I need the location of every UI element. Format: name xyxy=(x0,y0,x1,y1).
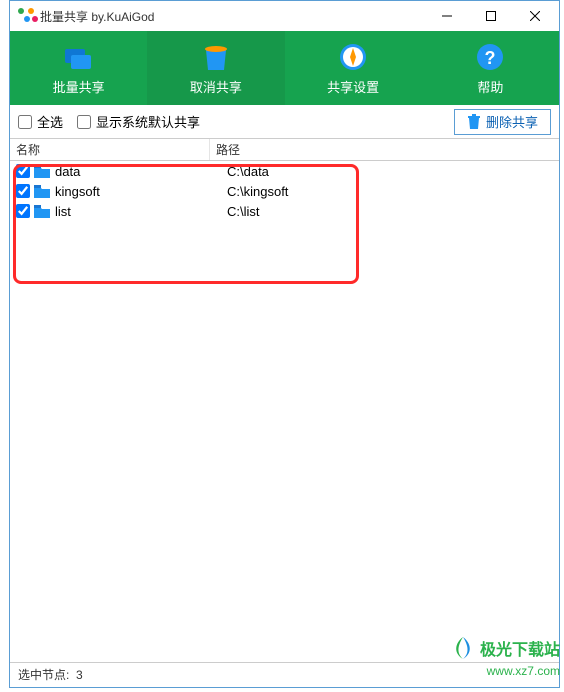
status-bar: 选中节点: 3 xyxy=(10,662,559,686)
svg-text:?: ? xyxy=(485,48,496,68)
tab-label: 取消共享 xyxy=(190,77,242,96)
tab-label: 批量共享 xyxy=(53,77,105,96)
help-icon: ? xyxy=(474,41,506,73)
folders-icon xyxy=(63,41,95,73)
titlebar: 批量共享 by.KuAiGod xyxy=(10,1,559,31)
row-path: C:\data xyxy=(227,164,269,179)
app-window: 批量共享 by.KuAiGod 批量共享 取消共享 xyxy=(9,0,560,688)
trash-icon xyxy=(200,41,232,73)
column-headers: 名称 路径 xyxy=(10,139,559,161)
minimize-button[interactable] xyxy=(425,2,469,30)
row-checkbox[interactable] xyxy=(16,164,30,178)
maximize-button[interactable] xyxy=(469,2,513,30)
compass-icon xyxy=(337,41,369,73)
close-button[interactable] xyxy=(513,2,557,30)
app-icon xyxy=(18,8,34,24)
tab-cancel-share[interactable]: 取消共享 xyxy=(147,31,284,105)
select-all-label: 全选 xyxy=(37,112,63,131)
folder-icon xyxy=(34,185,50,198)
folder-icon xyxy=(34,165,50,178)
row-name: data xyxy=(55,164,227,179)
options-bar: 全选 显示系统默认共享 删除共享 xyxy=(10,105,559,139)
tab-label: 帮助 xyxy=(477,77,503,96)
row-path: C:\kingsoft xyxy=(227,184,288,199)
status-label: 选中节点: xyxy=(18,666,69,683)
tab-label: 共享设置 xyxy=(327,77,379,96)
trash-small-icon xyxy=(467,114,481,130)
show-system-default-checkbox[interactable]: 显示系统默认共享 xyxy=(77,112,200,131)
show-system-default-label: 显示系统默认共享 xyxy=(96,112,200,131)
tab-share-settings[interactable]: 共享设置 xyxy=(285,31,422,105)
delete-share-button[interactable]: 删除共享 xyxy=(454,109,551,135)
row-checkbox[interactable] xyxy=(16,204,30,218)
row-name: kingsoft xyxy=(55,184,227,199)
tab-batch-share[interactable]: 批量共享 xyxy=(10,31,147,105)
row-path: C:\list xyxy=(227,204,260,219)
list-item[interactable]: kingsoft C:\kingsoft xyxy=(10,181,559,201)
list-item[interactable]: list C:\list xyxy=(10,201,559,221)
status-count: 3 xyxy=(76,668,83,682)
tab-help[interactable]: ? 帮助 xyxy=(422,31,559,105)
delete-share-label: 删除共享 xyxy=(486,112,538,131)
column-path-header[interactable]: 路径 xyxy=(210,139,559,160)
main-toolbar: 批量共享 取消共享 共享设置 ? 帮助 xyxy=(10,31,559,105)
folder-icon xyxy=(34,205,50,218)
share-list: data C:\data kingsoft C:\kingsoft list C… xyxy=(10,161,559,662)
column-name-header[interactable]: 名称 xyxy=(10,139,210,160)
row-checkbox[interactable] xyxy=(16,184,30,198)
list-item[interactable]: data C:\data xyxy=(10,161,559,181)
row-name: list xyxy=(55,204,227,219)
window-title: 批量共享 by.KuAiGod xyxy=(40,8,425,25)
select-all-checkbox[interactable]: 全选 xyxy=(18,112,63,131)
